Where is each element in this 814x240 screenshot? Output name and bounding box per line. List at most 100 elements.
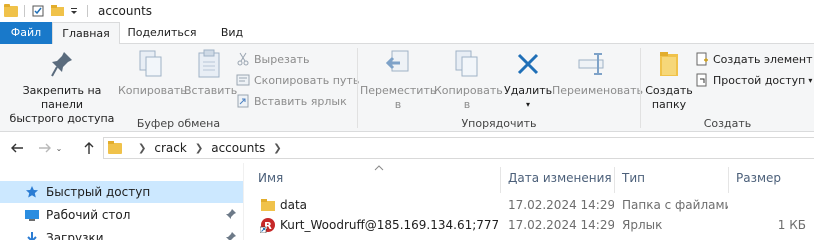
pin-icon [46, 48, 78, 80]
copy-button[interactable]: Копировать [118, 48, 187, 98]
properties-icon[interactable] [31, 4, 45, 18]
breadcrumb-chevron-icon[interactable]: ❯ [195, 143, 203, 154]
easy-access-button[interactable]: Простой доступ ▾ [695, 71, 812, 89]
copy-to-icon [451, 48, 483, 80]
easy-access-icon [695, 73, 709, 87]
new-folder-quick-icon[interactable] [51, 4, 65, 18]
nav-item-label: Рабочий стол [46, 208, 131, 222]
clipboard-group-label: Буфер обмена [136, 117, 221, 130]
new-item-button[interactable]: Создать элемент ▾ [695, 50, 814, 68]
paste-shortcut-label: Вставить ярлык [254, 94, 347, 108]
address-bar[interactable]: ❯ crack ❯ accounts ❯ [103, 137, 814, 159]
tab-view[interactable]: Вид [204, 22, 260, 44]
paste-icon [193, 48, 225, 80]
separator [87, 5, 88, 17]
organize-group-label: Упорядочить [461, 117, 537, 130]
nav-item-downloads[interactable]: Загрузки [0, 227, 243, 240]
rename-button[interactable]: Переименовать [552, 48, 644, 98]
paste-shortcut-icon [236, 94, 250, 108]
column-header-date[interactable]: Дата изменения [500, 163, 614, 193]
ribbon: Закрепить на панели быстрого доступа Коп… [0, 44, 814, 132]
back-arrow-icon [11, 143, 23, 153]
forward-arrow-icon [39, 143, 51, 153]
title-bar: accounts [0, 0, 814, 22]
cut-label: Вырезать [254, 52, 310, 66]
pin-icon [226, 209, 236, 219]
file-date: 17.02.2024 14:29 [508, 218, 614, 232]
file-type: Папка с файлами [622, 198, 728, 212]
navigation-pane: Быстрый доступ Рабочий стол Загрузки [0, 163, 243, 240]
star-icon [24, 185, 40, 199]
copy-path-button[interactable]: Скопировать путь [236, 71, 359, 89]
file-size: 1 КБ [777, 218, 806, 232]
paste-shortcut-button[interactable]: Вставить ярлык [236, 92, 347, 110]
copy-path-icon [236, 73, 250, 87]
pin-label-line1: Закрепить на панели [22, 84, 102, 111]
copy-to-button[interactable]: Копировать в [434, 48, 503, 112]
paste-button[interactable]: Вставить [184, 48, 238, 98]
nav-item-desktop[interactable]: Рабочий стол [0, 204, 243, 226]
copy-to-label-line2: в [463, 98, 471, 111]
separator [24, 5, 25, 17]
navigation-bar: ⌄ ❯ crack ❯ accounts ❯ [0, 133, 814, 163]
window-title: accounts [98, 4, 153, 18]
cut-button[interactable]: Вырезать [236, 50, 309, 68]
shortcut-app-icon: R [260, 218, 275, 233]
nav-item-quick-access[interactable]: Быстрый доступ [0, 181, 243, 203]
column-header-size[interactable]: Размер [728, 163, 814, 193]
move-to-button[interactable]: Переместить в [360, 48, 436, 112]
forward-button[interactable] [36, 139, 54, 157]
nav-item-label: Быстрый доступ [46, 185, 151, 199]
new-folder-label-line1: Создать [645, 84, 693, 97]
file-date: 17.02.2024 14:29 [508, 198, 614, 212]
delete-button[interactable]: Удалить ▾ [504, 48, 552, 112]
breadcrumb-chevron-icon[interactable]: ❯ [138, 143, 146, 154]
new-folder-button[interactable]: Создать папку [643, 48, 695, 112]
new-item-icon [695, 52, 709, 66]
new-item-label: Создать элемент [713, 52, 813, 66]
tab-share[interactable]: Поделиться [120, 22, 204, 44]
back-button[interactable] [8, 139, 26, 157]
file-list: Имя Дата изменения Тип Размер data 17.02… [244, 163, 814, 240]
folder-icon [4, 3, 18, 17]
move-to-label-line2: в [394, 98, 402, 111]
folder-icon [261, 199, 275, 211]
file-type: Ярлык [622, 218, 663, 232]
breadcrumb-chevron-icon[interactable]: ❯ [273, 143, 281, 154]
column-header-name[interactable]: Имя [244, 163, 500, 193]
desktop-icon [24, 208, 40, 222]
easy-access-label: Простой доступ [713, 73, 806, 87]
up-button[interactable] [80, 139, 98, 157]
rename-label: Переименовать [552, 84, 644, 97]
table-row[interactable]: R Kurt_Woodruff@185.169.134.61;7777 17.0… [244, 215, 814, 235]
recent-locations-button[interactable]: ⌄ [54, 139, 64, 157]
customize-toolbar-icon[interactable] [67, 4, 81, 18]
delete-x-icon [512, 48, 544, 80]
nav-item-label: Загрузки [46, 231, 104, 240]
table-row[interactable]: data 17.02.2024 14:29 Папка с файлами [244, 195, 814, 215]
new-folder-label-line2: папку [651, 98, 687, 111]
breadcrumb-crack[interactable]: crack [154, 141, 186, 155]
new-group: Создать папку Создать элемент ▾ Простой … [641, 44, 814, 132]
breadcrumb-accounts[interactable]: accounts [211, 141, 265, 155]
ribbon-tabs: Файл Главная Поделиться Вид [0, 22, 814, 45]
move-to-label-line1: Переместить [360, 84, 437, 97]
clipboard-group: Закрепить на панели быстрого доступа Коп… [0, 44, 359, 132]
copy-icon [135, 48, 167, 80]
paste-label: Вставить [184, 84, 238, 97]
column-header-type[interactable]: Тип [614, 163, 728, 193]
folder-icon [108, 140, 122, 154]
copy-path-label: Скопировать путь [254, 73, 360, 87]
pin-icon [226, 232, 236, 240]
pin-to-quick-access-button[interactable]: Закрепить на панели быстрого доступа [4, 48, 120, 126]
download-arrow-icon [24, 231, 40, 240]
chevron-down-icon: ⌄ [55, 143, 63, 153]
file-name: data [280, 198, 308, 212]
tab-file[interactable]: Файл [0, 22, 52, 44]
tab-home[interactable]: Главная [52, 22, 120, 45]
delete-dropdown-icon[interactable]: ▾ [504, 98, 552, 112]
new-group-label: Создать [703, 117, 752, 130]
copy-label: Копировать [118, 84, 187, 97]
file-size [736, 195, 806, 215]
new-folder-icon [653, 48, 685, 80]
